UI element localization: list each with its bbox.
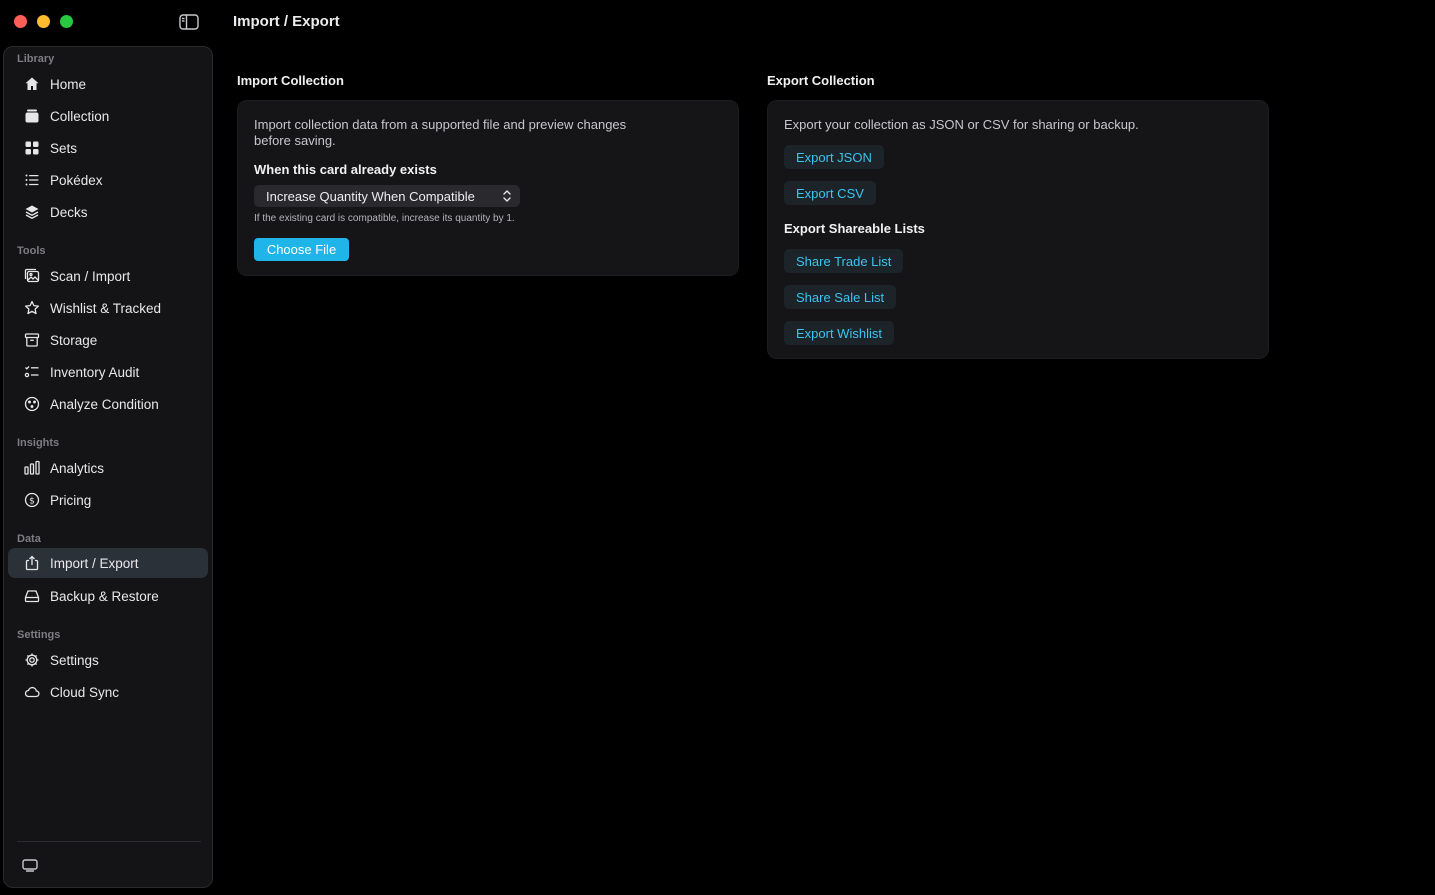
existing-card-label: When this card already exists — [254, 162, 437, 177]
export-csv-button[interactable]: Export CSV — [784, 181, 876, 205]
sidebar-item-label: Import / Export — [50, 555, 139, 571]
sidebar-item-inventory-audit[interactable]: Inventory Audit — [8, 357, 208, 387]
app-window: Import / Export Library Home Collection … — [0, 0, 1435, 895]
condition-gauge-icon — [23, 395, 41, 413]
sidebar-item-analytics[interactable]: Analytics — [8, 453, 208, 483]
layers-icon — [23, 203, 41, 221]
shareable-lists-title: Export Shareable Lists — [784, 221, 925, 236]
section-label-data: Data — [17, 533, 41, 545]
share-export-icon — [23, 554, 41, 572]
sidebar-item-label: Settings — [50, 652, 99, 668]
list-icon — [23, 171, 41, 189]
section-label-tools: Tools — [17, 245, 46, 257]
sidebar: Library Home Collection Sets Pokédex Dec… — [3, 46, 213, 888]
sidebar-item-import-export[interactable]: Import / Export — [8, 548, 208, 578]
export-section-title: Export Collection — [767, 73, 875, 88]
sidebar-item-label: Pricing — [50, 492, 92, 508]
sidebar-item-settings[interactable]: Settings — [8, 645, 208, 675]
sidebar-item-label: Decks — [50, 204, 88, 220]
grid-icon — [23, 139, 41, 157]
sidebar-item-label: Wishlist & Tracked — [50, 300, 162, 316]
sidebar-item-scan-import[interactable]: Scan / Import — [8, 261, 208, 291]
sidebar-item-decks[interactable]: Decks — [8, 197, 208, 227]
duplicate-policy-value: Increase Quantity When Compatible — [266, 188, 475, 204]
up-down-chevron-icon — [502, 189, 512, 203]
duplicate-policy-select[interactable]: Increase Quantity When Compatible — [254, 185, 520, 207]
duplicate-policy-hint: If the existing card is compatible, incr… — [254, 213, 515, 224]
photo-scan-icon — [23, 267, 41, 285]
drive-icon — [23, 587, 41, 605]
share-trade-list-button[interactable]: Share Trade List — [784, 249, 904, 273]
card-stack-icon — [23, 107, 41, 125]
zoom-window-button[interactable] — [60, 15, 73, 28]
sidebar-item-backup-restore[interactable]: Backup & Restore — [8, 581, 208, 611]
sidebar-divider — [17, 841, 201, 842]
checklist-icon — [23, 363, 41, 381]
import-description-line-2: before saving. — [254, 133, 336, 148]
sidebar-item-home[interactable]: Home — [8, 69, 208, 99]
dollar-circle-icon: $ — [23, 491, 41, 509]
sidebar-item-pricing[interactable]: $ Pricing — [8, 485, 208, 515]
sidebar-item-label: Analytics — [50, 460, 105, 476]
export-json-button[interactable]: Export JSON — [784, 145, 884, 169]
sidebar-item-label: Collection — [50, 108, 110, 124]
sidebar-item-sets[interactable]: Sets — [8, 133, 208, 163]
section-label-settings: Settings — [17, 629, 61, 641]
sidebar-item-pokedex[interactable]: Pokédex — [8, 165, 208, 195]
import-section-title: Import Collection — [237, 73, 344, 88]
export-wishlist-button[interactable]: Export Wishlist — [784, 321, 894, 345]
choose-file-button[interactable]: Choose File — [254, 238, 349, 261]
sidebar-item-wishlist[interactable]: Wishlist & Tracked — [8, 293, 208, 323]
sidebar-item-label: Storage — [50, 332, 98, 348]
export-card: Export your collection as JSON or CSV fo… — [767, 100, 1269, 359]
title-bar: Import / Export — [0, 0, 1435, 44]
archive-box-icon — [23, 331, 41, 349]
star-icon — [23, 299, 41, 317]
sidebar-item-label: Analyze Condition — [50, 396, 159, 412]
import-card: Import collection data from a supported … — [237, 100, 739, 276]
display-icon[interactable] — [21, 857, 39, 873]
sidebar-item-label: Backup & Restore — [50, 588, 159, 604]
sidebar-item-label: Pokédex — [50, 172, 103, 188]
sidebar-item-analyze-condition[interactable]: Analyze Condition — [8, 389, 208, 419]
sidebar-item-cloud-sync[interactable]: Cloud Sync — [8, 677, 208, 707]
house-icon — [23, 75, 41, 93]
minimize-window-button[interactable] — [37, 15, 50, 28]
sidebar-item-storage[interactable]: Storage — [8, 325, 208, 355]
gear-icon — [23, 651, 41, 669]
sidebar-item-label: Scan / Import — [50, 268, 131, 284]
cloud-icon — [23, 683, 41, 701]
export-description: Export your collection as JSON or CSV fo… — [784, 117, 1139, 132]
sidebar-item-label: Home — [50, 76, 87, 92]
sidebar-item-label: Cloud Sync — [50, 684, 120, 700]
import-description-line-1: Import collection data from a supported … — [254, 117, 627, 132]
section-label-insights: Insights — [17, 437, 60, 449]
sidebar-item-label: Sets — [50, 140, 78, 156]
bar-chart-icon — [23, 459, 41, 477]
section-label-library: Library — [17, 53, 55, 65]
share-sale-list-button[interactable]: Share Sale List — [784, 285, 897, 309]
sidebar-item-label: Inventory Audit — [50, 364, 140, 380]
sidebar-toggle-icon[interactable] — [179, 14, 199, 30]
sidebar-item-collection[interactable]: Collection — [8, 101, 208, 131]
svg-text:$: $ — [29, 496, 35, 506]
page-title: Import / Export — [233, 13, 340, 30]
close-window-button[interactable] — [14, 15, 27, 28]
